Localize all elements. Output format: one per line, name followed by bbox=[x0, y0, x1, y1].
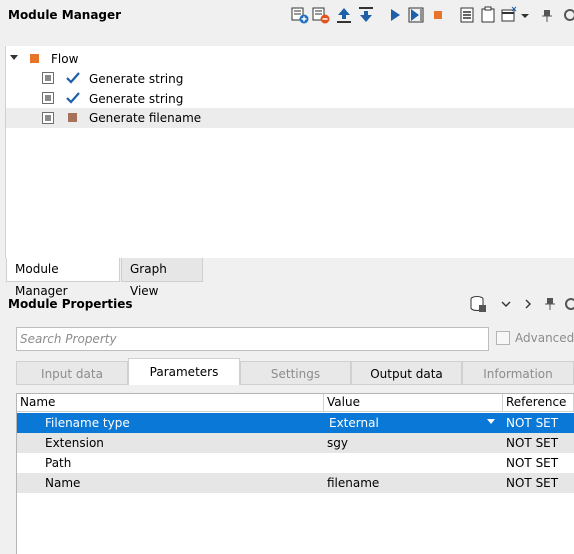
check-icon bbox=[66, 72, 80, 84]
property-reference: NOT SET bbox=[506, 436, 559, 450]
tree-item[interactable]: Generate string bbox=[6, 89, 574, 109]
stop-icon[interactable] bbox=[429, 6, 447, 24]
property-name: Filename type bbox=[45, 416, 130, 430]
module-properties-title: Module Properties bbox=[8, 297, 133, 311]
tree-item[interactable]: Generate string bbox=[6, 69, 574, 89]
module-manager-title: Module Manager bbox=[8, 8, 122, 22]
tree-item-label: Generate string bbox=[89, 92, 184, 106]
tab-input-data[interactable]: Input data bbox=[16, 361, 128, 385]
tree-root-label: Flow bbox=[51, 52, 79, 66]
tree-item[interactable]: Generate filename bbox=[6, 108, 574, 128]
expand-arrow-icon[interactable] bbox=[10, 55, 18, 61]
advanced-checkbox[interactable] bbox=[496, 331, 510, 345]
dropdown-arrow-icon[interactable] bbox=[487, 419, 495, 425]
check-icon bbox=[66, 92, 80, 104]
tree-item-label: Generate string bbox=[89, 72, 184, 86]
module-checkbox[interactable] bbox=[42, 92, 54, 104]
column-header-name[interactable]: Name bbox=[17, 394, 324, 412]
property-value[interactable]: External bbox=[329, 416, 379, 430]
property-value[interactable]: filename bbox=[327, 476, 379, 490]
tab-information[interactable]: Information bbox=[462, 361, 574, 385]
table-row[interactable]: Filename type External NOT SET bbox=[17, 413, 574, 433]
column-header-value[interactable]: Value bbox=[324, 394, 503, 412]
tree-root-flow[interactable]: Flow bbox=[6, 49, 574, 69]
property-reference: NOT SET bbox=[506, 416, 559, 430]
pin-icon[interactable] bbox=[540, 6, 554, 24]
window-icon[interactable] bbox=[500, 6, 518, 24]
column-header-reference[interactable]: Reference bbox=[503, 394, 574, 412]
property-value[interactable]: sgy bbox=[327, 436, 348, 450]
run-step-icon[interactable] bbox=[407, 6, 425, 24]
move-down-icon[interactable] bbox=[357, 6, 375, 24]
run-icon[interactable] bbox=[386, 6, 404, 24]
property-name: Path bbox=[45, 456, 72, 470]
tab-graph-view[interactable]: Graph View bbox=[121, 258, 203, 298]
module-checkbox[interactable] bbox=[42, 72, 54, 84]
flow-icon bbox=[30, 54, 39, 63]
settings-icon[interactable] bbox=[564, 296, 574, 315]
table-row[interactable]: Path NOT SET bbox=[17, 453, 574, 473]
tree-item-label: Generate filename bbox=[89, 111, 202, 125]
chevron-down-icon[interactable] bbox=[519, 6, 531, 24]
property-reference: NOT SET bbox=[506, 456, 559, 470]
advanced-label: Advanced bbox=[515, 331, 574, 345]
tab-parameters[interactable]: Parameters bbox=[128, 358, 240, 385]
property-grid: Name Value Reference Filename type Exter… bbox=[16, 393, 574, 554]
table-row[interactable]: Name filename NOT SET bbox=[17, 473, 574, 493]
clipboard-icon[interactable] bbox=[479, 6, 497, 24]
settings-icon[interactable] bbox=[562, 6, 574, 24]
add-module-icon[interactable] bbox=[291, 6, 309, 24]
tree-header-strip bbox=[6, 30, 574, 47]
tab-settings[interactable]: Settings bbox=[240, 361, 351, 385]
search-property-input[interactable] bbox=[16, 327, 489, 351]
table-row[interactable]: Extension sgy NOT SET bbox=[17, 433, 574, 453]
move-up-icon[interactable] bbox=[335, 6, 353, 24]
property-reference: NOT SET bbox=[506, 476, 559, 490]
property-name: Extension bbox=[45, 436, 104, 450]
database-icon[interactable] bbox=[469, 295, 487, 316]
chevron-right-icon[interactable] bbox=[522, 297, 534, 314]
tab-output-data[interactable]: Output data bbox=[351, 361, 462, 385]
pin-icon[interactable] bbox=[543, 296, 557, 315]
chevron-down-icon[interactable] bbox=[500, 297, 512, 314]
module-tree[interactable]: Flow Generate string Generate string Gen… bbox=[5, 46, 574, 259]
module-square-icon bbox=[68, 113, 77, 122]
property-name: Name bbox=[45, 476, 81, 490]
remove-module-icon[interactable] bbox=[312, 6, 330, 24]
tab-module-manager[interactable]: Module Manager bbox=[6, 258, 120, 298]
module-checkbox[interactable] bbox=[42, 112, 54, 124]
module-manager-tabbar: Module Manager Graph View bbox=[0, 258, 574, 298]
list-icon[interactable] bbox=[458, 6, 476, 24]
